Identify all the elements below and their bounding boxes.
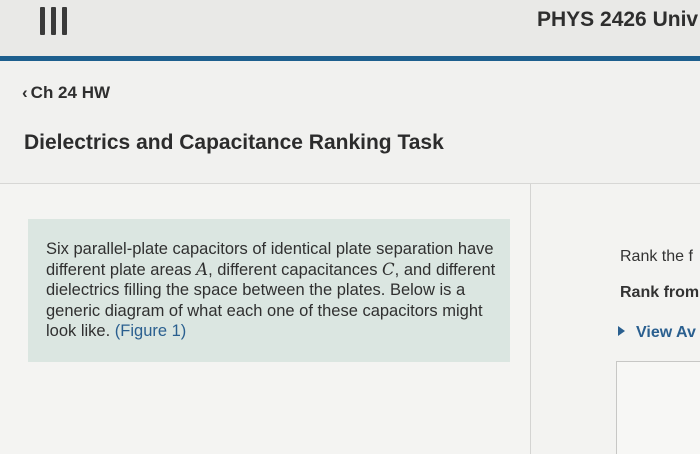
view-link-label: View Av — [636, 324, 696, 341]
intro-text: Six parallel-plate capacitors of identic… — [46, 239, 502, 342]
top-bar: PHYS 2426 Univ — [0, 0, 700, 56]
ranking-answer-area[interactable] — [616, 361, 700, 454]
variable-area: A — [196, 259, 209, 279]
menu-bar — [62, 7, 67, 35]
back-link-label: Ch 24 HW — [30, 83, 111, 102]
figure-link[interactable]: (Figure 1) — [115, 322, 187, 340]
chevron-left-icon: ‹ — [22, 83, 28, 102]
intro-text-part: , different capacitances — [208, 260, 383, 279]
menu-bar — [51, 7, 56, 35]
variable-capacitance: C — [382, 259, 395, 279]
course-title: PHYS 2426 Univ — [537, 8, 699, 31]
rank-prompt: Rank the f — [620, 248, 693, 265]
back-to-assignment-link[interactable]: ‹ Ch 24 HW — [22, 83, 110, 103]
assignment-header — [0, 61, 700, 184]
view-available-hints-link[interactable]: View Av — [618, 324, 696, 342]
rank-from-label: Rank from — [620, 284, 700, 301]
page-title: Dielectrics and Capacitance Ranking Task — [24, 131, 444, 154]
menu-bar — [40, 7, 45, 35]
triangle-right-icon — [618, 326, 625, 336]
hamburger-menu-icon[interactable] — [40, 6, 72, 36]
